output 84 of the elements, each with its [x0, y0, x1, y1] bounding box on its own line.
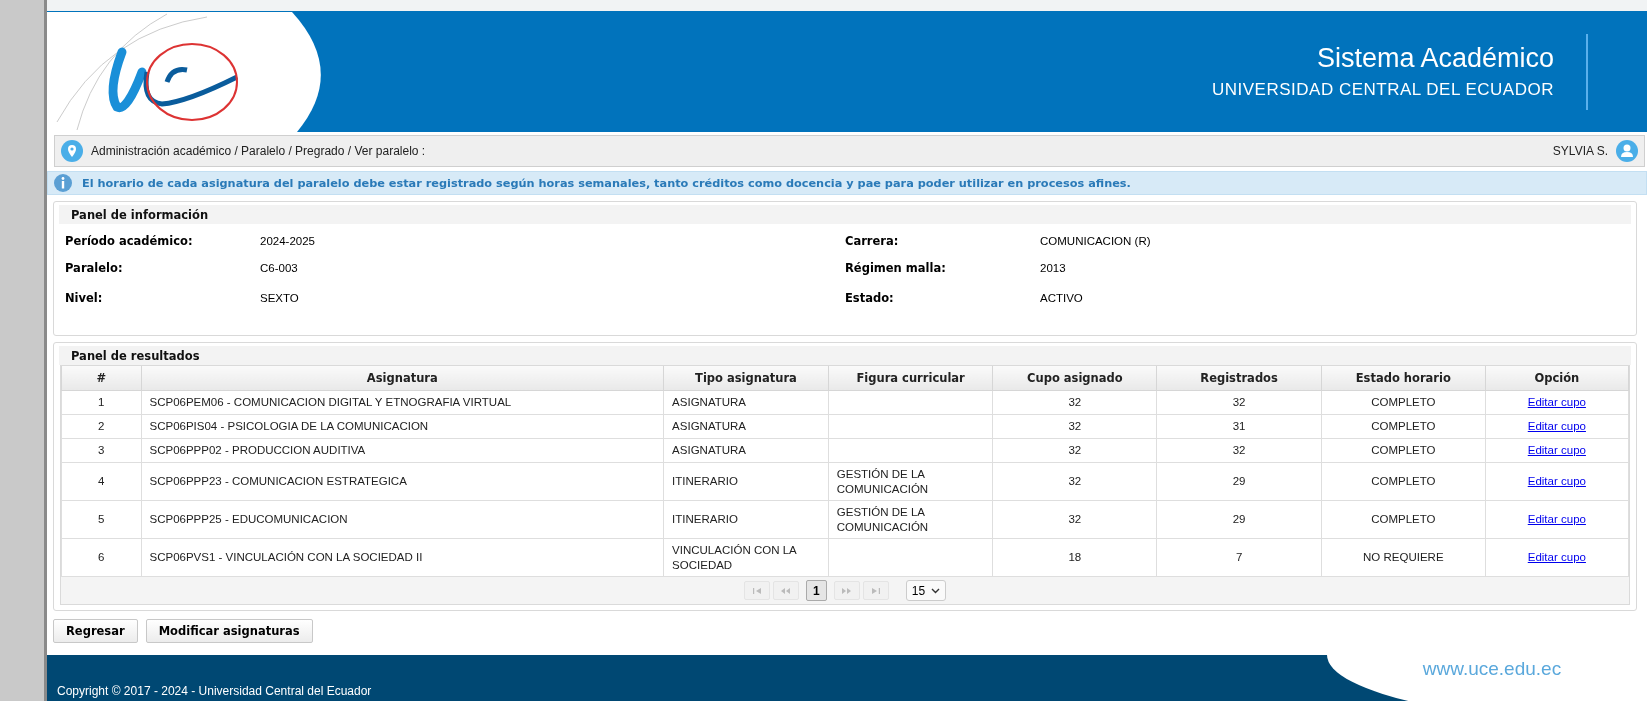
field-value: COMUNICACION (R): [1040, 234, 1151, 247]
table-cell: SCP06PVS1 - VINCULACIÓN CON LA SOCIEDAD II: [141, 538, 664, 577]
table-cell: 29: [1156, 462, 1322, 501]
field-label: Carrera:: [845, 233, 900, 248]
panel-title: Panel de información: [59, 205, 1631, 224]
edit-link[interactable]: Editar cupo: [1527, 551, 1586, 563]
table-cell: 7: [1156, 538, 1322, 577]
table-cell: 32: [992, 414, 1157, 439]
table-cell: 32: [1156, 438, 1322, 463]
breadcrumb-path: Administración académico / Paralelo / Pregrado / Ver paralelo :: [91, 144, 426, 158]
system-title: Sistema Académico: [1315, 43, 1554, 74]
field-value: ACTIVO: [1040, 292, 1083, 304]
column-header: Estado horario: [1321, 366, 1486, 391]
column-header: Opción: [1485, 366, 1629, 391]
table-cell: ASIGNATURA: [663, 438, 829, 463]
table-cell: SCP06PPP25 - EDUCOMUNICACION: [141, 500, 664, 539]
column-header: #: [61, 366, 141, 391]
field-label: Nivel:: [65, 291, 104, 305]
next-page-icon: [842, 587, 852, 594]
column-header: Cupo asignado: [992, 366, 1157, 391]
field-label: Período académico:: [65, 233, 194, 248]
table-cell: COMPLETO: [1321, 438, 1486, 463]
table-cell: COMPLETO: [1321, 500, 1486, 539]
field-label: Paralelo:: [65, 261, 124, 275]
page-button[interactable]: 1: [805, 580, 827, 601]
table-cell: SCP06PEM06 - COMUNICACION DIGITAL Y ETNOGRAFIA VIRTUAL: [141, 390, 664, 415]
action-button[interactable]: Regresar: [53, 619, 138, 643]
table-cell: 32: [992, 462, 1157, 501]
notice-text: El horario de cada asignatura del paralelo debe estar registrado según horas semanales, tanto créditos como docencia y pae para poder utilizar en procesos afines.: [82, 176, 1131, 190]
table-cell: SCP06PPP02 - PRODUCCION AUDITIVA: [141, 438, 664, 463]
table-cell: GESTIÓN DE LA COMUNICACIÓN: [828, 462, 993, 501]
table-cell: 1: [61, 390, 141, 415]
first-page-icon: [752, 587, 761, 594]
table-cell: 18: [992, 538, 1157, 577]
table-cell: 4: [61, 462, 141, 501]
table-cell: COMPLETO: [1321, 390, 1486, 415]
table-cell: 32: [1156, 390, 1322, 415]
edit-link[interactable]: Editar cupo: [1527, 475, 1586, 487]
edit-link[interactable]: Editar cupo: [1527, 513, 1586, 525]
table-cell: 3: [61, 438, 141, 463]
table-cell: COMPLETO: [1321, 414, 1486, 439]
previous-page-icon: [781, 587, 791, 594]
chevron-down-icon: [931, 587, 941, 594]
table-cell: VINCULACIÓN CON LA SOCIEDAD: [663, 538, 829, 577]
table-cell: 32: [992, 390, 1157, 415]
university-name: UNIVERSIDAD CENTRAL DEL ECUADOR: [1211, 80, 1554, 100]
table-cell: 32: [992, 438, 1157, 463]
table-cell: 32: [992, 500, 1157, 539]
table-cell: GESTIÓN DE LA COMUNICACIÓN: [828, 500, 993, 539]
table-cell: ASIGNATURA: [663, 390, 829, 415]
user-name: SYLVIA S.: [1552, 144, 1608, 158]
table-cell: ITINERARIO: [663, 500, 829, 539]
edit-link[interactable]: Editar cupo: [1527, 444, 1586, 456]
panel-title: Panel de resultados: [59, 346, 1631, 365]
page-size-select[interactable]: 15: [905, 580, 947, 601]
field-value: SEXTO: [260, 292, 299, 304]
location-pin-icon: [61, 140, 83, 162]
field-value: 2013: [1040, 262, 1066, 274]
field-value: 2024-2025: [260, 234, 315, 247]
table-cell: 5: [61, 500, 141, 539]
table-cell: 6: [61, 538, 141, 577]
field-label: Régimen malla:: [845, 261, 947, 275]
table-cell: ITINERARIO: [663, 462, 829, 501]
last-page-icon: [871, 587, 880, 594]
info-icon: [54, 174, 72, 192]
table-cell: NO REQUIERE: [1321, 538, 1486, 577]
table-cell: COMPLETO: [1321, 462, 1486, 501]
table-cell: 29: [1156, 500, 1322, 539]
column-header: Asignatura: [141, 366, 664, 391]
table-cell: ASIGNATURA: [663, 414, 829, 439]
table-cell: SCP06PIS04 - PSICOLOGIA DE LA COMUNICACION: [141, 414, 664, 439]
table-cell: 2: [61, 414, 141, 439]
column-header: Tipo asignatura: [663, 366, 829, 391]
field-value: C6-003: [260, 262, 298, 274]
edit-link[interactable]: Editar cupo: [1527, 420, 1586, 432]
copyright-text: Copyright © 2017 - 2024 - Universidad Central del Ecuador: [56, 684, 372, 700]
column-header: Registrados: [1156, 366, 1322, 391]
action-button[interactable]: Modificar asignaturas: [145, 619, 313, 643]
user-icon[interactable]: [1616, 140, 1638, 162]
field-label: Estado:: [845, 291, 895, 305]
edit-link[interactable]: Editar cupo: [1527, 396, 1586, 408]
column-header: Figura curricular: [828, 366, 993, 391]
table-cell: SCP06PPP23 - COMUNICACION ESTRATEGICA: [141, 462, 664, 501]
table-cell: 31: [1156, 414, 1322, 439]
